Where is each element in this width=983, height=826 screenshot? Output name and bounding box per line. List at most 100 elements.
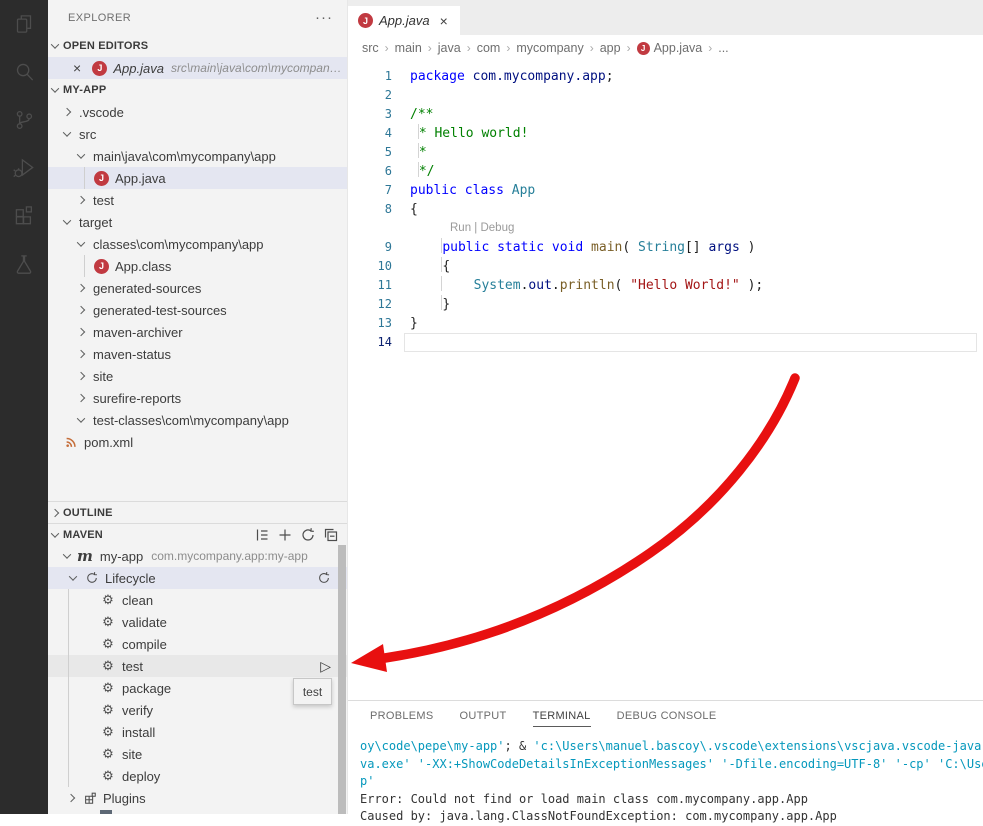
tree-item-app-class[interactable]: JApp.class (48, 255, 347, 277)
tree-item-src[interactable]: src (48, 123, 347, 145)
tree-item-classes-com-mycompany-app[interactable]: classes\com\mycompany\app (48, 233, 347, 255)
maven-lifecycle-label: Lifecycle (105, 571, 156, 586)
tree-item-test-classes-com-mycompany-app[interactable]: test-classes\com\mycompany\app (48, 409, 347, 431)
open-editors-list: ×JApp.javasrc\main\java\com\mycompany\a.… (48, 57, 347, 79)
collapse-all-icon[interactable] (323, 527, 339, 543)
panel-tab-problems[interactable]: PROBLEMS (370, 710, 434, 726)
java-file-icon: J (637, 42, 650, 55)
maven-goal-clean[interactable]: ⚙clean (48, 589, 347, 611)
open-editor-item[interactable]: ×JApp.javasrc\main\java\com\mycompany\a.… (48, 57, 347, 79)
activity-run-debug-button[interactable] (0, 144, 48, 192)
breadcrumb-item[interactable]: app (600, 41, 621, 55)
java-file-icon: J (94, 259, 109, 274)
breadcrumb-item[interactable]: mycompany (516, 41, 583, 55)
activity-testing-button[interactable] (0, 240, 48, 288)
tree-item-vscode[interactable]: .vscode (48, 101, 347, 123)
breadcrumb-item[interactable]: src (362, 41, 379, 55)
activity-explorer-button[interactable] (0, 0, 48, 48)
line-number: 1 (348, 67, 392, 86)
gear-icon: ⚙ (100, 746, 116, 762)
tree-item-app-java[interactable]: JApp.java (48, 167, 347, 189)
tree-item-label: target (79, 215, 112, 230)
breadcrumb-separator: › (467, 41, 471, 55)
breadcrumb-item[interactable]: main (395, 41, 422, 55)
maven-goal-test[interactable]: ⚙test▷ (48, 655, 347, 677)
tree-item-target[interactable]: target (48, 211, 347, 233)
tree-item-label: main\java\com\mycompany\app (93, 149, 276, 164)
tree-item-maven-status[interactable]: maven-status (48, 343, 347, 365)
panel-tab-output[interactable]: OUTPUT (460, 710, 507, 726)
code-line: 8{ (348, 200, 983, 219)
breadcrumb-separator: › (428, 41, 432, 55)
panel-tab-debug-console[interactable]: DEBUG CONSOLE (617, 710, 717, 726)
chevron-down-icon (51, 84, 59, 92)
project-header[interactable]: MY-APP (48, 79, 347, 101)
chevron-right-icon (77, 394, 85, 402)
refresh-icon[interactable] (300, 527, 316, 543)
maven-goal-label: install (122, 725, 155, 740)
maven-plugins-item[interactable]: Plugins (48, 787, 347, 809)
indent-guide (68, 589, 69, 611)
breadcrumb-item[interactable]: com (477, 41, 501, 55)
activity-source-control-button[interactable] (0, 96, 48, 144)
tree-item-label: surefire-reports (93, 391, 181, 406)
sidebar-bottom-sections: OUTLINE MAVEN mmy-appcom.mycompany.app (48, 501, 347, 814)
panel-tab-terminal[interactable]: TERMINAL (533, 710, 591, 727)
maven-header[interactable]: MAVEN (48, 523, 347, 545)
sidebar-scrollbar[interactable] (338, 545, 346, 814)
code-text: package com.mycompany.app; (410, 67, 614, 86)
tree-item-surefire-reports[interactable]: surefire-reports (48, 387, 347, 409)
terminal-line: oy\code\pepe\my-app'; & 'c:\Users\manuel… (360, 738, 983, 756)
tree-item-main-java-com-mycompany-app[interactable]: main\java\com\mycompany\app (48, 145, 347, 167)
more-actions-icon[interactable]: ··· (315, 9, 333, 26)
list-tree-icon[interactable] (254, 527, 270, 543)
activity-extensions-button[interactable] (0, 192, 48, 240)
add-icon[interactable] (277, 527, 293, 543)
maven-plugins-label: Plugins (103, 791, 146, 806)
tree-item-generated-test-sources[interactable]: generated-test-sources (48, 299, 347, 321)
maven-lifecycle-item[interactable]: Lifecycle (48, 567, 347, 589)
tab-app-java[interactable]: J App.java × (348, 6, 460, 35)
editor-group: J App.java × src›main›java›com›mycompany… (348, 0, 983, 700)
maven-goal-compile[interactable]: ⚙compile (48, 633, 347, 655)
beaker-icon (11, 251, 37, 277)
breadcrumb-tail[interactable]: ... (718, 41, 728, 55)
editor-tab-bar: J App.java × (348, 0, 983, 35)
line-number: 13 (348, 314, 392, 333)
tree-item-maven-archiver[interactable]: maven-archiver (48, 321, 347, 343)
tree-item-site[interactable]: site (48, 365, 347, 387)
breadcrumb-item[interactable]: java (438, 41, 461, 55)
activity-search-button[interactable] (0, 48, 48, 96)
open-editors-header[interactable]: OPEN EDITORS (48, 35, 347, 57)
close-icon[interactable]: × (440, 13, 448, 29)
refresh-icon[interactable] (317, 571, 331, 585)
tree-item-generated-sources[interactable]: generated-sources (48, 277, 347, 299)
code-line: 7public class App (348, 181, 983, 200)
code-editor[interactable]: 1package com.mycompany.app;23/**4 * Hell… (348, 61, 983, 352)
tree-item-test[interactable]: test (48, 189, 347, 211)
indent-guide (68, 633, 69, 655)
chevron-right-icon (63, 108, 71, 116)
outline-header[interactable]: OUTLINE (48, 501, 347, 523)
code-text: public static void main( String[] args ) (410, 238, 755, 257)
breadcrumb-file[interactable]: App.java (654, 41, 703, 55)
tree-item-label: pom.xml (84, 435, 133, 450)
maven-goal-deploy[interactable]: ⚙deploy (48, 765, 347, 787)
chevron-down-icon (63, 128, 71, 136)
gear-icon: ⚙ (100, 724, 116, 740)
java-file-icon: J (92, 61, 107, 76)
close-editor-icon[interactable]: × (73, 61, 86, 75)
run-goal-icon[interactable]: ▷ (320, 658, 331, 675)
code-text: { (410, 257, 450, 276)
maven-goal-validate[interactable]: ⚙validate (48, 611, 347, 633)
terminal-output[interactable]: oy\code\pepe\my-app'; & 'c:\Users\manuel… (348, 738, 983, 826)
maven-goal-site[interactable]: ⚙site (48, 743, 347, 765)
gear-icon: ⚙ (100, 768, 116, 784)
tree-item-pom-xml[interactable]: pom.xml (48, 431, 347, 453)
code-line: 11 System.out.println( "Hello World!" ); (348, 276, 983, 295)
maven-goal-install[interactable]: ⚙ install (48, 721, 347, 743)
breadcrumb: src›main›java›com›mycompany›app›JApp.jav… (348, 35, 983, 61)
codelens-run-debug[interactable]: Run | Debug (450, 219, 514, 238)
maven-project-item[interactable]: mmy-appcom.mycompany.app:my-app (48, 545, 347, 567)
chevron-right-icon (51, 508, 59, 516)
